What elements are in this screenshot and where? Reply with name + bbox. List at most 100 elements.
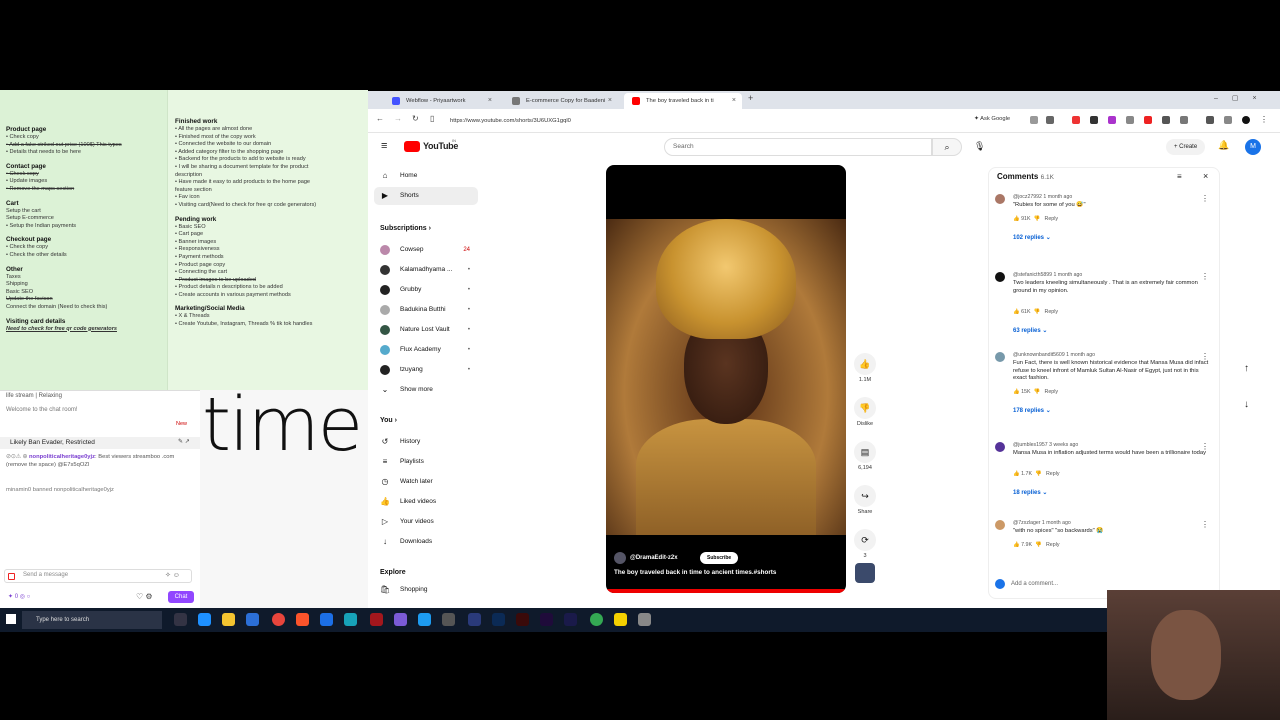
illustrator-icon[interactable] (516, 613, 529, 626)
comment-avatar[interactable] (995, 352, 1005, 362)
edge-icon[interactable] (198, 613, 211, 626)
sidebar-item-shopping[interactable]: 🛍 Shopping (374, 581, 478, 599)
comment-icon[interactable]: ▤ (854, 441, 876, 463)
channel-name[interactable]: @DramaEdit-z2x (630, 551, 678, 565)
emote-icon[interactable]: ✧ ☺ (165, 571, 180, 579)
tab-webflow[interactable]: Webflow - Priyaartwork × (384, 93, 498, 109)
reply-button[interactable]: Reply (1046, 471, 1060, 477)
sidebar-item-shorts[interactable]: ▶ Shorts (374, 187, 478, 205)
you-heading[interactable]: You › (380, 417, 397, 424)
sidebar-item-playlists[interactable]: ≡ Playlists (374, 453, 478, 471)
app-icon[interactable] (590, 613, 603, 626)
sound-thumbnail[interactable] (855, 563, 875, 583)
app-icon[interactable] (638, 613, 651, 626)
extension-icon[interactable] (1180, 116, 1188, 124)
like-icon[interactable]: 👍 (1013, 216, 1020, 222)
chat-message-user[interactable]: nonpoliticalheritage0yjz (29, 454, 95, 460)
show-more-button[interactable]: ⌄ Show more (374, 381, 478, 399)
account-avatar[interactable]: M (1245, 139, 1261, 155)
extension-icon[interactable] (1162, 116, 1170, 124)
channel-points[interactable]: ✦ 0 ◎ ○ (8, 593, 30, 600)
next-short-icon[interactable]: ↓ (1244, 399, 1249, 410)
reply-button[interactable]: Reply (1045, 216, 1059, 222)
sidebar-subscription[interactable]: Flux Academy • (374, 341, 478, 359)
menu-icon[interactable]: ⋮ (1260, 116, 1268, 124)
share-icon[interactable]: ↪ (854, 485, 876, 507)
youtube-logo-icon[interactable] (404, 141, 420, 152)
reply-button[interactable]: Reply (1045, 389, 1059, 395)
sidebar-item-home[interactable]: ⌂ Home (374, 167, 478, 185)
premiere-icon[interactable] (540, 613, 553, 626)
view-replies-button[interactable]: 63 replies ⌄ (1013, 327, 1047, 334)
dislike-icon[interactable]: 👎 (1035, 471, 1042, 477)
app-icon[interactable] (442, 613, 455, 626)
search-input[interactable]: Search (664, 138, 932, 156)
sidebar-item-watch-later[interactable]: ◷ Watch later (374, 473, 478, 491)
comment-author[interactable]: @stefanicth5899 (1013, 272, 1052, 278)
chrome-icon[interactable] (272, 613, 285, 626)
taskbar-search[interactable]: Type here to search (22, 611, 162, 629)
dislike-icon[interactable]: 👎 (1033, 309, 1040, 315)
after-effects-icon[interactable] (564, 613, 577, 626)
photoshop-icon[interactable] (492, 613, 505, 626)
remix-icon[interactable]: ⟳ (854, 529, 876, 551)
hamburger-menu-icon[interactable]: ≡ (381, 140, 387, 152)
comment-author[interactable]: @jumbles1957 (1013, 442, 1048, 448)
windows-start-icon[interactable] (6, 614, 16, 624)
app-icon[interactable] (370, 613, 383, 626)
app-icon[interactable] (468, 613, 481, 626)
dislike-icon[interactable]: 👎 (1035, 542, 1042, 548)
app-icon[interactable] (394, 613, 407, 626)
like-icon[interactable]: 👍 (1013, 389, 1020, 395)
reload-icon[interactable]: ↻ (412, 114, 419, 123)
sidebar-toggle-icon[interactable]: ▯ (430, 114, 434, 123)
sidebar-item-your-videos[interactable]: ▷ Your videos (374, 513, 478, 531)
new-tab-icon[interactable]: + (748, 93, 753, 103)
close-icon[interactable]: × (488, 93, 492, 109)
mod-icons[interactable]: ⊘⊙⚠ ⊕ (6, 454, 29, 460)
file-explorer-icon[interactable] (222, 613, 235, 626)
url-field[interactable]: https://www.youtube.com/shorts/3U6UXG1gq… (450, 114, 970, 128)
explore-heading[interactable]: Explore (380, 569, 406, 576)
download-icon[interactable] (1206, 116, 1214, 124)
sidebar-item-liked-videos[interactable]: 👍 Liked videos (374, 493, 478, 511)
view-replies-button[interactable]: 18 replies ⌄ (1013, 489, 1047, 496)
sidebar-subscription[interactable]: tzuyang • (374, 361, 478, 379)
reply-button[interactable]: Reply (1046, 542, 1060, 548)
extension-icon[interactable] (1030, 116, 1038, 124)
brave-icon[interactable] (296, 613, 309, 626)
view-replies-button[interactable]: 178 replies ⌄ (1013, 407, 1051, 414)
like-icon[interactable]: 👍 (854, 353, 876, 375)
app-icon[interactable] (614, 613, 627, 626)
app-icon[interactable] (344, 613, 357, 626)
extension-icon[interactable] (1090, 116, 1098, 124)
store-icon[interactable] (246, 613, 259, 626)
comment-avatar[interactable] (995, 520, 1005, 530)
extension-icon[interactable] (1108, 116, 1116, 124)
window-controls[interactable]: –▢× (1214, 94, 1271, 102)
close-icon[interactable]: × (732, 93, 736, 109)
like-icon[interactable]: 👍 (1013, 542, 1020, 548)
view-replies-button[interactable]: 102 replies ⌄ (1013, 234, 1051, 241)
comment-author[interactable]: @jocz27992 (1013, 194, 1042, 200)
profile-icon[interactable] (1242, 116, 1250, 124)
gift-icon[interactable] (8, 573, 15, 580)
comment-avatar[interactable] (995, 194, 1005, 204)
shorts-video-player[interactable]: @DramaEdit-z2x Subscribe The boy travele… (606, 165, 846, 593)
sidebar-subscription[interactable]: Cowsep 24 (374, 241, 478, 259)
previous-short-icon[interactable]: ↑ (1244, 363, 1249, 374)
ask-google-button[interactable]: ✦ Ask Google (974, 116, 1010, 122)
comment-author[interactable]: @7zxzlager (1013, 520, 1040, 526)
subscriptions-heading[interactable]: Subscriptions › (380, 225, 431, 232)
pin-actions-icon[interactable]: ✎ ↗ (178, 438, 190, 445)
extension-icon[interactable] (1072, 116, 1080, 124)
tab-youtube[interactable]: The boy traveled back in ti × (624, 93, 742, 109)
bookmark-icon[interactable] (1046, 116, 1054, 124)
comment-avatar[interactable] (995, 442, 1005, 452)
sidebar-subscription[interactable]: Badukina Butthi • (374, 301, 478, 319)
forward-icon[interactable]: → (394, 114, 402, 123)
notifications-icon[interactable]: 🔔 (1218, 140, 1229, 151)
tab-ecommerce-copy[interactable]: E-commerce Copy for Baadeni × (504, 93, 618, 109)
chat-input-box[interactable]: Send a message ✧ ☺ (4, 569, 192, 583)
sidebar-item-history[interactable]: ↺ History (374, 433, 478, 451)
